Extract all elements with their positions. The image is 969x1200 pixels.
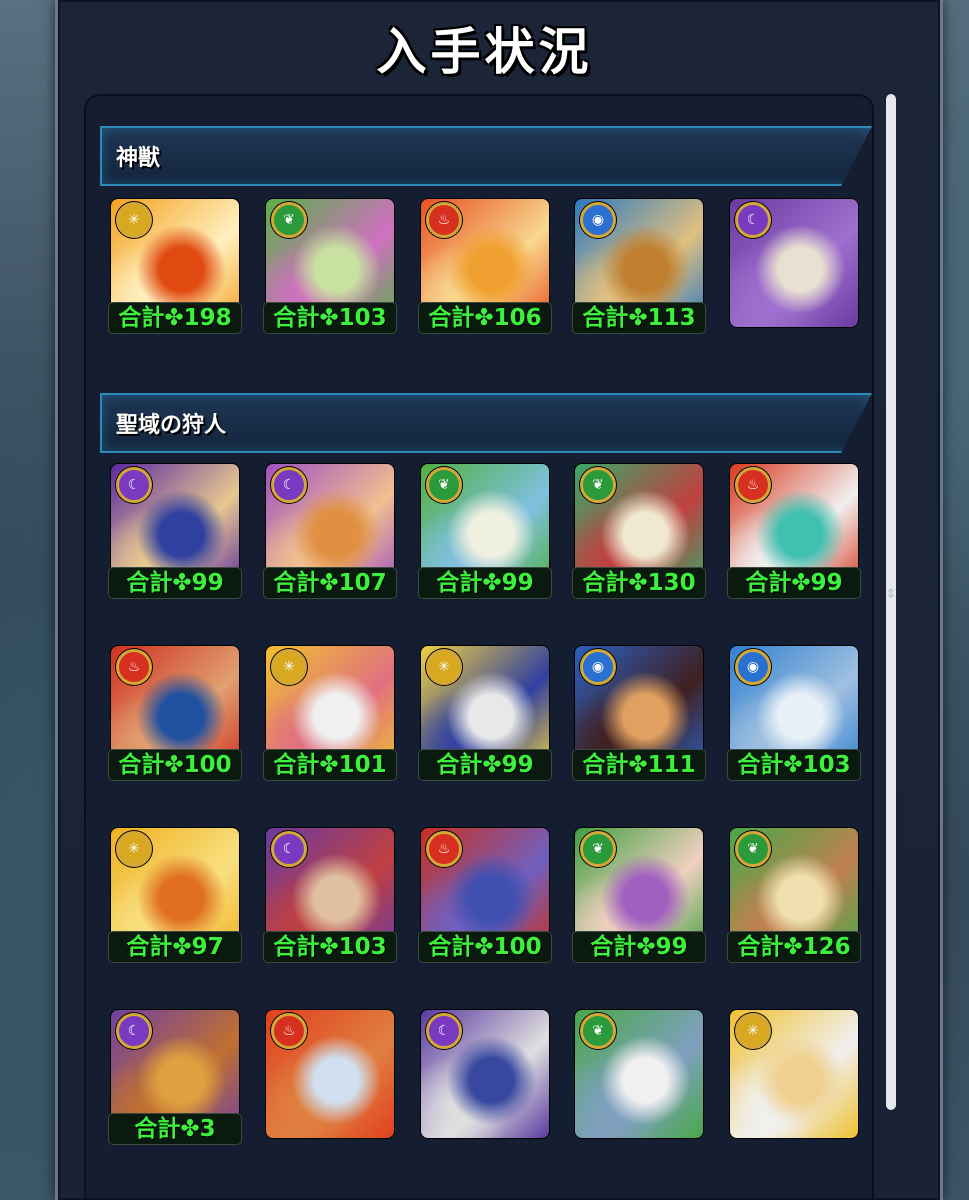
leaf-icon: ❦ [580,1013,616,1049]
flame-icon: ♨ [735,467,771,503]
total-count-label: 合計✤99 [572,931,706,963]
total-count-label: 合計✤99 [727,567,861,599]
flame-icon: ♨ [426,202,462,238]
total-count-label: 合計✤99 [418,749,552,781]
section-label: 聖域の狩人 [116,413,227,438]
monster-card[interactable]: ☾ 合計✤103 [263,827,397,963]
leaf-icon: ❦ [735,831,771,867]
moon-icon: ☾ [426,1013,462,1049]
total-count-label: 合計✤111 [572,749,706,781]
monster-card[interactable]: ◉ 合計✤111 [572,645,706,781]
monster-card[interactable]: ♨ 合計✤99 [727,463,861,599]
flame-icon: ♨ [271,1013,307,1049]
monster-card[interactable]: ☾ 合計✤107 [263,463,397,599]
total-count-label: 合計✤3 [108,1113,242,1145]
water-drop-icon: ◉ [580,649,616,685]
water-drop-icon: ◉ [735,649,771,685]
moon-icon: ☾ [116,1013,152,1049]
section-header-shinju: 神獣 [100,126,872,186]
leaf-icon: ❦ [580,831,616,867]
total-count-label: 合計✤126 [727,931,861,963]
leaf-icon: ❦ [426,467,462,503]
sun-icon: ✳ [271,649,307,685]
total-count-label: 合計✤113 [572,302,706,334]
monster-card[interactable]: ◉ 合計✤113 [572,198,706,334]
monster-card[interactable]: ♨ 合計✤100 [108,645,242,781]
sun-icon: ✳ [735,1013,771,1049]
sun-icon: ✳ [116,202,152,238]
total-count-label: 合計✤106 [418,302,552,334]
monster-card[interactable]: ☾ [420,1009,550,1139]
flame-icon: ♨ [426,831,462,867]
total-count-label: 合計✤99 [418,567,552,599]
section-label: 神獣 [116,146,161,171]
monster-card[interactable]: ✳ 合計✤99 [418,645,552,781]
total-count-label: 合計✤107 [263,567,397,599]
page-title: 入手状況 [376,23,593,81]
total-count-label: 合計✤103 [727,749,861,781]
total-count-label: 合計✤198 [108,302,242,334]
monster-card[interactable]: ✳ [729,1009,859,1139]
total-count-label: 合計✤103 [263,302,397,334]
monster-card[interactable]: ☾ 合計✤3 [108,1009,242,1145]
monster-card[interactable]: ♨ 合計✤106 [418,198,552,334]
leaf-icon: ❦ [271,202,307,238]
monster-card[interactable]: ✳ 合計✤101 [263,645,397,781]
sun-icon: ✳ [426,649,462,685]
monster-card[interactable]: ❦ 合計✤126 [727,827,861,963]
monster-card[interactable]: ❦ 合計✤103 [263,198,397,334]
water-drop-icon: ◉ [580,202,616,238]
total-count-label: 合計✤130 [572,567,706,599]
total-count-label: 合計✤97 [108,931,242,963]
monster-card[interactable]: ❦ 合計✤99 [418,463,552,599]
total-count-label: 合計✤103 [263,931,397,963]
moon-icon: ☾ [735,202,771,238]
monster-card[interactable]: ♨ [265,1009,395,1139]
monster-card[interactable]: ✳ 合計✤198 [108,198,242,334]
moon-icon: ☾ [116,467,152,503]
scroll-grip-icon[interactable]: ⇕ [884,588,898,616]
monster-card[interactable]: ❦ 合計✤99 [572,827,706,963]
total-count-label: 合計✤100 [418,931,552,963]
monster-card[interactable]: ☾ [729,198,859,328]
total-count-label: 合計✤100 [108,749,242,781]
total-count-label: 合計✤101 [263,749,397,781]
monster-card[interactable]: ✳ 合計✤97 [108,827,242,963]
monster-card[interactable]: ❦ [574,1009,704,1139]
monster-card[interactable]: ☾ 合計✤99 [108,463,242,599]
sun-icon: ✳ [116,831,152,867]
flame-icon: ♨ [116,649,152,685]
section-header-seiiki: 聖域の狩人 [100,393,872,453]
leaf-icon: ❦ [580,467,616,503]
monster-card[interactable]: ♨ 合計✤100 [418,827,552,963]
moon-icon: ☾ [271,467,307,503]
total-count-label: 合計✤99 [108,567,242,599]
moon-icon: ☾ [271,831,307,867]
monster-card[interactable]: ◉ 合計✤103 [727,645,861,781]
monster-card[interactable]: ❦ 合計✤130 [572,463,706,599]
